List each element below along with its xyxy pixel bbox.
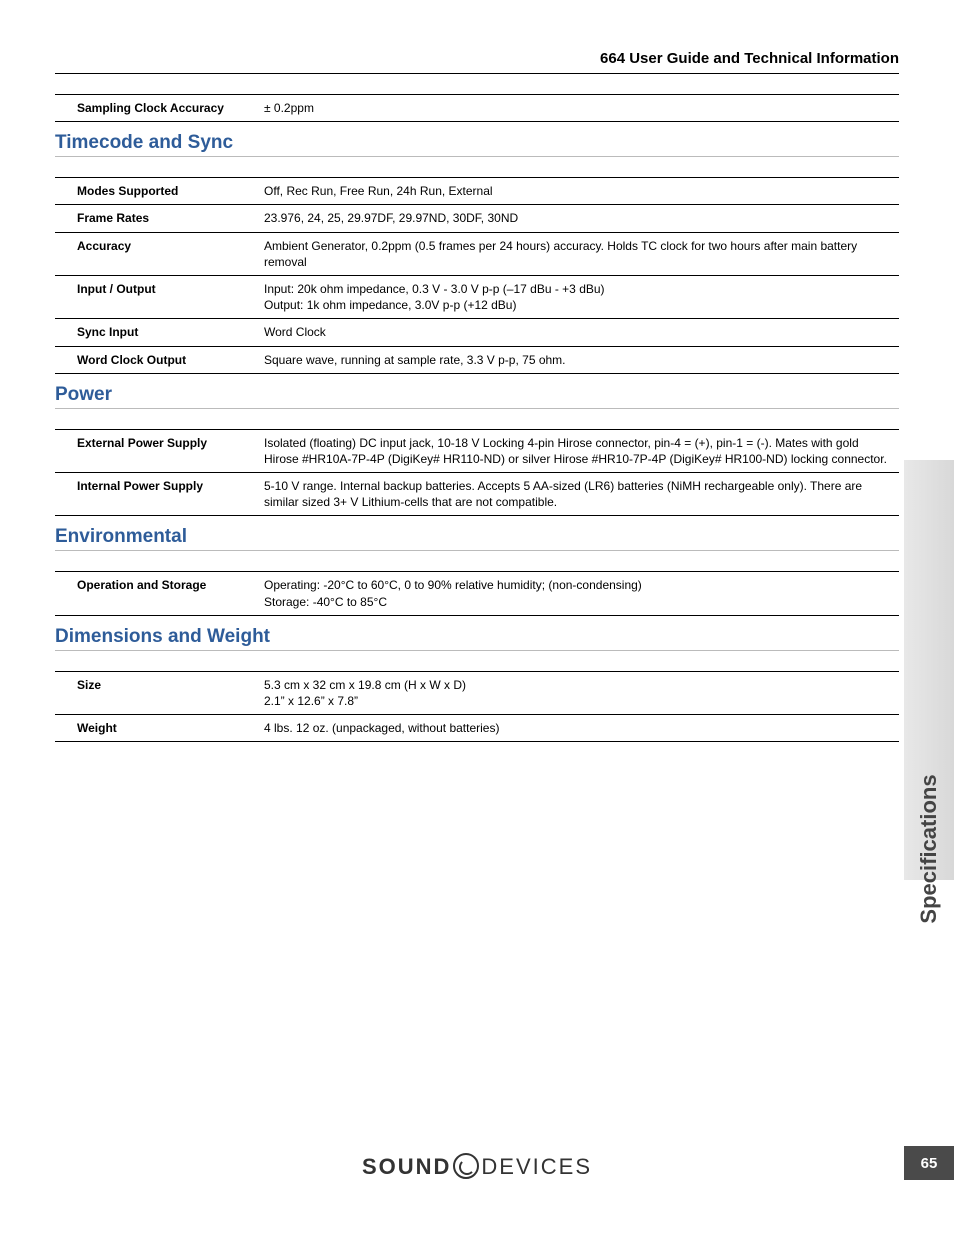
table-row: Internal Power Supply5-10 V range. Inter… — [55, 473, 899, 516]
spec-label: Input / Output — [55, 275, 260, 318]
spec-label: Internal Power Supply — [55, 473, 260, 516]
table-row: Sampling Clock Accuracy± 0.2ppm — [55, 95, 899, 122]
spec-label: External Power Supply — [55, 429, 260, 472]
spec-value: Operating: -20°C to 60°C, 0 to 90% relat… — [260, 572, 899, 615]
spec-value: Isolated (floating) DC input jack, 10-18… — [260, 429, 899, 472]
spec-label: Weight — [55, 715, 260, 742]
spec-value: Ambient Generator, 0.2ppm (0.5 frames pe… — [260, 232, 899, 275]
spec-value: Square wave, running at sample rate, 3.3… — [260, 346, 899, 373]
spec-value: Off, Rec Run, Free Run, 24h Run, Externa… — [260, 178, 899, 205]
table-row: Frame Rates23.976, 24, 25, 29.97DF, 29.9… — [55, 205, 899, 232]
spec-table: External Power SupplyIsolated (floating)… — [55, 429, 899, 517]
section-heading: Timecode and Sync — [55, 132, 899, 157]
spec-label: Word Clock Output — [55, 346, 260, 373]
table-row: External Power SupplyIsolated (floating)… — [55, 429, 899, 472]
logo-part1: SOUND — [362, 1154, 451, 1179]
side-tab-label: Specifications — [916, 774, 942, 923]
logo-swirl-icon — [453, 1153, 479, 1179]
spec-value: ± 0.2ppm — [260, 95, 899, 122]
footer-logo: SOUND DEVICES — [0, 1153, 954, 1180]
table-row: Operation and StorageOperating: -20°C to… — [55, 572, 899, 615]
spec-value: 23.976, 24, 25, 29.97DF, 29.97ND, 30DF, … — [260, 205, 899, 232]
spec-label: Sampling Clock Accuracy — [55, 95, 260, 122]
table-row: Modes SupportedOff, Rec Run, Free Run, 2… — [55, 178, 899, 205]
side-tab: Specifications — [904, 460, 954, 880]
spec-table: Modes SupportedOff, Rec Run, Free Run, 2… — [55, 177, 899, 374]
table-row: Weight4 lbs. 12 oz. (unpackaged, without… — [55, 715, 899, 742]
spec-value: 5.3 cm x 32 cm x 19.8 cm (H x W x D) 2.1… — [260, 671, 899, 714]
page-header: 664 User Guide and Technical Information — [55, 50, 899, 74]
spec-table: Size5.3 cm x 32 cm x 19.8 cm (H x W x D)… — [55, 671, 899, 743]
spec-label: Sync Input — [55, 319, 260, 346]
spec-value: Input: 20k ohm impedance, 0.3 V - 3.0 V … — [260, 275, 899, 318]
spec-label: Accuracy — [55, 232, 260, 275]
table-row: AccuracyAmbient Generator, 0.2ppm (0.5 f… — [55, 232, 899, 275]
table-row: Size5.3 cm x 32 cm x 19.8 cm (H x W x D)… — [55, 671, 899, 714]
spec-label: Modes Supported — [55, 178, 260, 205]
table-row: Input / OutputInput: 20k ohm impedance, … — [55, 275, 899, 318]
section-heading: Dimensions and Weight — [55, 626, 899, 651]
spec-value: 4 lbs. 12 oz. (unpackaged, without batte… — [260, 715, 899, 742]
spec-table: Operation and StorageOperating: -20°C to… — [55, 571, 899, 615]
section-heading: Power — [55, 384, 899, 409]
table-row: Sync InputWord Clock — [55, 319, 899, 346]
table-row: Word Clock OutputSquare wave, running at… — [55, 346, 899, 373]
spec-label: Operation and Storage — [55, 572, 260, 615]
spec-label: Frame Rates — [55, 205, 260, 232]
logo-part2: DEVICES — [481, 1154, 592, 1179]
top-spec-table: Sampling Clock Accuracy± 0.2ppm — [55, 94, 899, 122]
spec-value: 5-10 V range. Internal backup batteries.… — [260, 473, 899, 516]
spec-label: Size — [55, 671, 260, 714]
section-heading: Environmental — [55, 526, 899, 551]
spec-value: Word Clock — [260, 319, 899, 346]
